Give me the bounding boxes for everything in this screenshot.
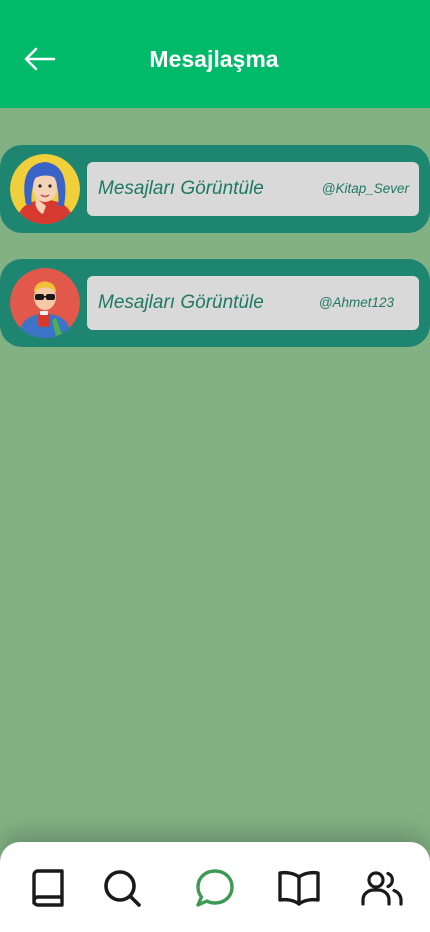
- nav-library[interactable]: [26, 866, 70, 910]
- view-messages-label: Mesajları Görüntüle: [98, 178, 264, 199]
- nav-community[interactable]: [360, 866, 404, 910]
- avatar[interactable]: [10, 154, 80, 224]
- users-icon: [361, 871, 403, 906]
- user-handle: @Kitap_Sever: [321, 181, 409, 196]
- book-icon: [32, 869, 64, 907]
- app-header: Mesajlaşma: [0, 0, 430, 108]
- chat-bubble-icon: [196, 869, 234, 907]
- view-messages-button[interactable]: Mesajları Görüntüle @Kitap_Sever: [87, 162, 419, 216]
- avatar[interactable]: [10, 268, 80, 338]
- nav-reading[interactable]: [277, 866, 321, 910]
- view-messages-button[interactable]: Mesajları Görüntüle @Ahmet123: [87, 276, 419, 330]
- nav-search[interactable]: [100, 866, 144, 910]
- open-book-icon: [278, 870, 320, 906]
- conversation-card: Mesajları Görüntüle @Kitap_Sever: [0, 145, 430, 233]
- bottom-navigation: [0, 842, 430, 932]
- conversation-card: Mesajları Görüntüle @Ahmet123: [0, 259, 430, 347]
- page-title: Mesajlaşma: [149, 46, 279, 72]
- view-messages-label: Mesajları Görüntüle: [98, 292, 264, 313]
- nav-messages[interactable]: [193, 866, 237, 910]
- search-icon: [104, 870, 141, 907]
- user-handle: @Ahmet123: [318, 295, 394, 310]
